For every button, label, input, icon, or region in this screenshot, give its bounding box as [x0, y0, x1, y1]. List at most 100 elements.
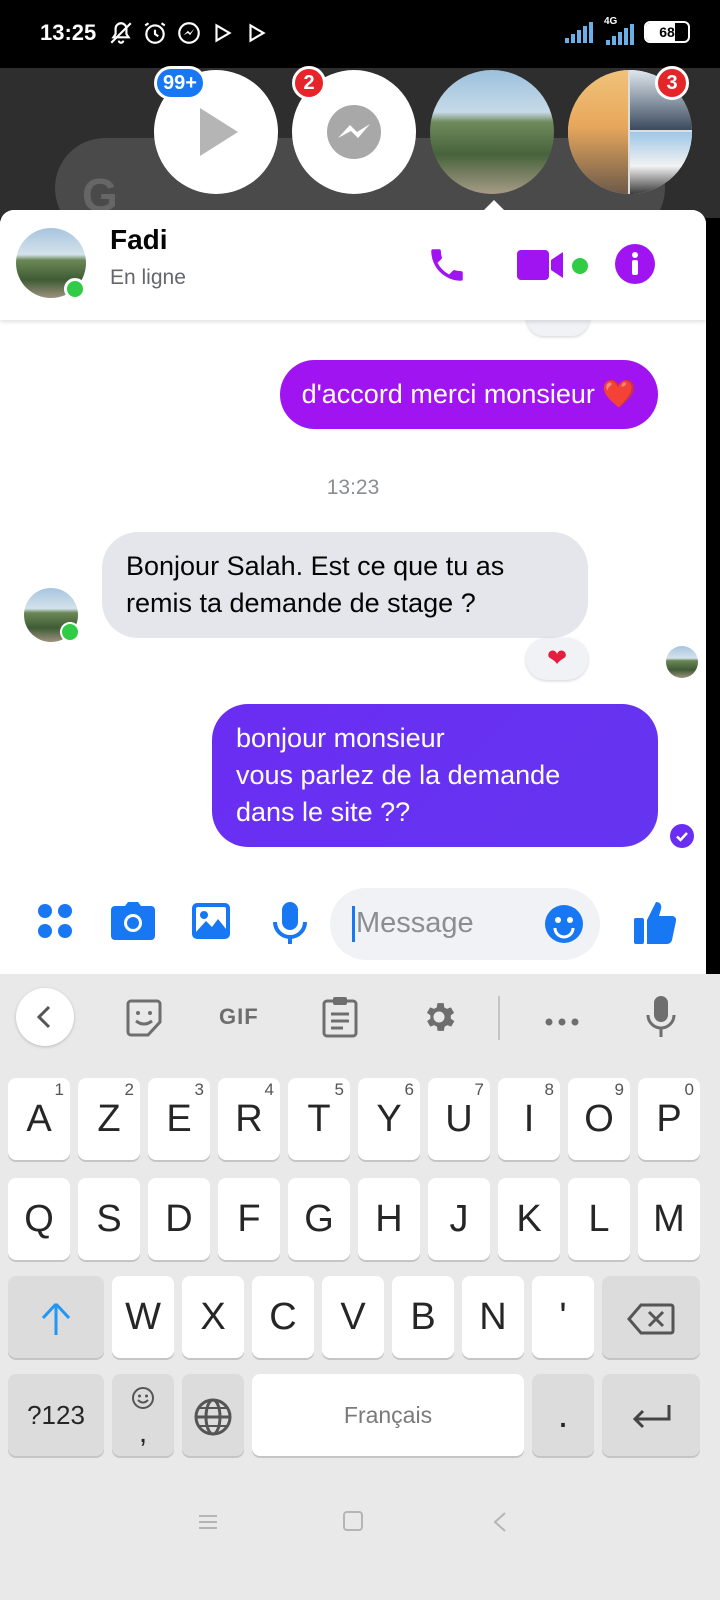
key-z[interactable]: Z2: [78, 1078, 140, 1160]
message-timestamp: 13:23: [326, 476, 380, 499]
message-composer: Message: [0, 878, 706, 974]
bell-muted-icon: [110, 22, 132, 44]
key-a[interactable]: A1: [8, 1078, 70, 1160]
play-icon: [200, 108, 238, 156]
key-j[interactable]: J: [428, 1178, 490, 1260]
key-h[interactable]: H: [358, 1178, 420, 1260]
online-indicator: [64, 278, 86, 300]
voice-input-button[interactable]: [646, 996, 676, 1043]
messenger-status-icon: [178, 22, 200, 44]
sent-message[interactable]: bonjour monsieur vous parlez de la deman…: [212, 704, 658, 847]
chat-window: Fadi En ligne ❤ d'accord merci monsieur …: [0, 210, 706, 974]
message-input[interactable]: Message: [330, 888, 600, 960]
network-type-label: 4G: [604, 16, 618, 27]
gallery-button[interactable]: [191, 902, 231, 945]
status-notification-icons: [108, 20, 270, 46]
chat-header: Fadi En ligne: [0, 210, 706, 320]
key-hint: 0: [684, 1080, 694, 1099]
key-label: O: [584, 1098, 614, 1140]
key-y[interactable]: Y6: [358, 1078, 420, 1160]
smiley-icon: [545, 905, 583, 943]
unread-badge: 3: [655, 66, 689, 100]
shift-key[interactable]: [8, 1276, 104, 1358]
key-e[interactable]: E3: [148, 1078, 210, 1160]
info-icon: [615, 244, 655, 284]
battery-indicator: 68: [644, 21, 690, 43]
key-t[interactable]: T5: [288, 1078, 350, 1160]
toolbar-divider: [498, 996, 500, 1040]
backspace-icon: [627, 1303, 675, 1335]
online-indicator: [60, 622, 80, 642]
more-options-button[interactable]: [544, 1014, 580, 1032]
sent-message[interactable]: d'accord merci monsieur ❤️: [279, 360, 658, 429]
key-o[interactable]: O9: [568, 1078, 630, 1160]
key-w[interactable]: W: [112, 1276, 174, 1358]
camera-button[interactable]: [111, 902, 155, 945]
key-f[interactable]: F: [218, 1178, 280, 1260]
emoji-button[interactable]: [544, 904, 584, 949]
key-k[interactable]: K: [498, 1178, 560, 1260]
enter-icon: [632, 1404, 671, 1429]
voice-message-button[interactable]: [272, 902, 308, 951]
sticker-button[interactable]: [124, 998, 164, 1043]
signal-icon: [565, 22, 593, 43]
key-q[interactable]: Q: [8, 1178, 70, 1260]
backspace-key[interactable]: [602, 1276, 700, 1358]
key-x[interactable]: X: [182, 1276, 244, 1358]
unread-badge: 99+: [154, 66, 206, 100]
video-call-button[interactable]: [516, 248, 566, 282]
status-system-icons: 4G 68: [564, 16, 690, 46]
key-n[interactable]: N: [462, 1276, 524, 1358]
keyboard-collapse-button[interactable]: [16, 988, 74, 1046]
key-hint: 6: [404, 1080, 414, 1099]
alarm-icon: [144, 22, 166, 44]
key-apostrophe[interactable]: ': [532, 1276, 594, 1358]
key-r[interactable]: R4: [218, 1078, 280, 1160]
emoji-comma-key[interactable]: ,: [112, 1374, 174, 1456]
home-icon[interactable]: [342, 1510, 364, 1532]
keyboard: GIF A1 Z2 E3 R4 T5 Y6 U7 I8 O9 P0 Q S D …: [0, 974, 720, 1474]
key-l[interactable]: L: [568, 1178, 630, 1260]
keyboard-settings-button[interactable]: [420, 998, 458, 1041]
key-d[interactable]: D: [148, 1178, 210, 1260]
key-label: R: [235, 1098, 263, 1140]
more-actions-button[interactable]: [36, 902, 74, 945]
chat-head-fadi[interactable]: [430, 70, 554, 194]
menu-icon[interactable]: [196, 1510, 220, 1534]
comma-label: ,: [138, 1416, 148, 1449]
key-label: A: [26, 1098, 52, 1140]
key-u[interactable]: U7: [428, 1078, 490, 1160]
key-b[interactable]: B: [392, 1276, 454, 1358]
conversation-info-button[interactable]: [614, 243, 656, 285]
received-message[interactable]: Bonjour Salah. Est ce que tu as remis ta…: [102, 532, 588, 638]
back-icon[interactable]: [490, 1510, 510, 1534]
voice-call-button[interactable]: [426, 244, 468, 286]
clipboard-button[interactable]: [322, 996, 358, 1043]
like-button[interactable]: [634, 900, 677, 949]
key-i[interactable]: I8: [498, 1078, 560, 1160]
sticker-icon: [126, 999, 162, 1037]
space-key[interactable]: Français: [252, 1374, 524, 1456]
contact-name[interactable]: Fadi: [110, 224, 168, 256]
key-m[interactable]: M: [638, 1178, 700, 1260]
language-key[interactable]: [182, 1374, 244, 1456]
group-photo: [568, 70, 628, 194]
gif-button[interactable]: GIF: [219, 1004, 259, 1030]
period-key[interactable]: .: [532, 1374, 594, 1456]
contact-status: En ligne: [110, 266, 186, 289]
enter-key[interactable]: [602, 1374, 700, 1456]
key-v[interactable]: V: [322, 1276, 384, 1358]
key-g[interactable]: G: [288, 1178, 350, 1260]
ellipsis-icon: [545, 1018, 579, 1026]
unread-badge: 2: [292, 66, 326, 100]
heart-reaction[interactable]: ❤: [526, 638, 588, 680]
shift-arrow-icon: [41, 1302, 71, 1335]
key-c[interactable]: C: [252, 1276, 314, 1358]
symbols-key[interactable]: ?123: [8, 1374, 104, 1456]
key-hint: 3: [194, 1080, 204, 1099]
key-label: Z: [97, 1098, 121, 1140]
group-photo: [630, 132, 692, 194]
gear-icon: [426, 1003, 455, 1031]
key-p[interactable]: P0: [638, 1078, 700, 1160]
key-s[interactable]: S: [78, 1178, 140, 1260]
